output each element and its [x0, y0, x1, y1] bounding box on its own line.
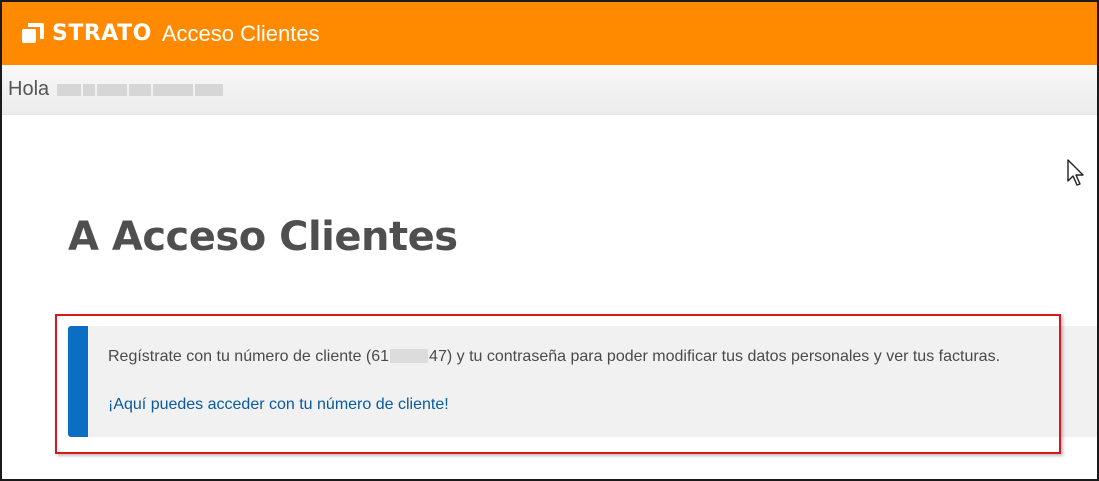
app-window: STRATO Acceso Clientes Hola A Acceso Cli…: [0, 0, 1099, 481]
greeting-bar: Hola: [2, 65, 1097, 115]
page-title: A Acceso Clientes: [68, 214, 458, 260]
greeting-label: Hola: [8, 78, 50, 100]
mouse-pointer-icon: [1067, 159, 1084, 186]
brand-name[interactable]: STRATO: [52, 21, 152, 46]
annotation-highlight-box: [55, 314, 1061, 454]
redacted-user-name: [57, 83, 225, 97]
header-section-title: Acceso Clientes: [161, 20, 320, 46]
strato-logo-icon[interactable]: [22, 22, 44, 45]
top-header-bar: STRATO Acceso Clientes: [2, 2, 1097, 65]
